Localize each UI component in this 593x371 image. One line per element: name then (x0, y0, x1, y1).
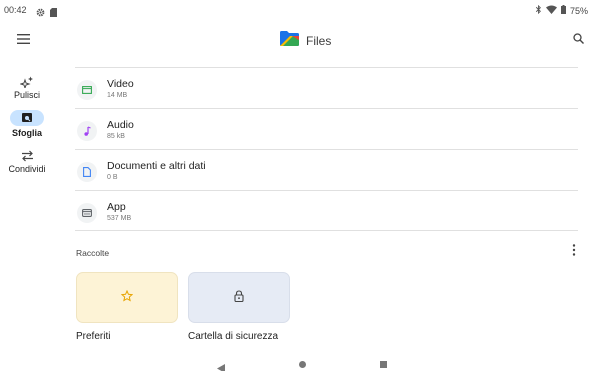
system-nav-bar (0, 356, 593, 371)
nav-label-sfoglia: Sfoglia (11, 128, 42, 138)
category-row-documenti[interactable]: Documenti e altri dati 0 B (75, 149, 578, 190)
status-left-icons (36, 4, 57, 22)
sd-card-icon (50, 4, 57, 22)
browse-folder-icon (22, 109, 32, 127)
recent-apps-icon[interactable] (380, 361, 387, 368)
sparkle-icon (0, 76, 54, 88)
nav-item-condividi[interactable]: Condividi (0, 150, 54, 174)
search-button[interactable] (569, 32, 587, 48)
category-row-video[interactable]: Video 14 MB (75, 67, 578, 108)
nav-item-pulisci[interactable]: Pulisci (0, 76, 54, 100)
wifi-icon (545, 5, 557, 16)
menu-button[interactable] (14, 32, 32, 48)
search-icon (572, 31, 584, 49)
back-icon[interactable] (217, 360, 225, 371)
safe-folder-card[interactable] (188, 272, 290, 323)
home-icon[interactable] (299, 361, 306, 368)
safe-folder-label[interactable]: Cartella di sicurezza (188, 331, 278, 342)
nav-label-condividi: Condividi (8, 164, 46, 174)
video-icon (77, 80, 97, 100)
favorites-card[interactable] (76, 272, 178, 323)
document-icon (77, 162, 97, 182)
nav-item-sfoglia[interactable]: Sfoglia (0, 110, 54, 138)
nav-label-pulisci: Pulisci (13, 90, 40, 100)
category-name: Documenti e altri dati (107, 160, 206, 172)
collections-title: Raccolte (76, 248, 110, 258)
settings-icon (36, 4, 45, 22)
more-vert-icon (572, 243, 576, 261)
battery-percent: 75% (569, 5, 588, 16)
app-bar: Files (0, 22, 593, 58)
status-bar: 00:42 75% (0, 0, 593, 22)
category-row-app[interactable]: App 537 MB (75, 190, 578, 231)
favorites-label[interactable]: Preferiti (76, 331, 110, 342)
nav-active-indicator (10, 110, 44, 126)
category-size: 14 MB (107, 92, 128, 99)
files-logo-icon (280, 31, 299, 51)
star-icon (120, 289, 134, 307)
status-right: 75% (535, 4, 588, 16)
bluetooth-icon (535, 4, 542, 16)
status-time: 00:42 (4, 5, 27, 15)
app-title-text: Files (306, 34, 332, 48)
app-title: Files (280, 31, 331, 51)
category-size: 85 kB (107, 133, 125, 140)
hamburger-menu-icon (16, 31, 30, 49)
category-list: Video 14 MB Audio 85 kB Documenti e altr… (75, 67, 578, 231)
category-size: 0 B (107, 174, 118, 181)
app-icon (77, 203, 97, 223)
category-row-audio[interactable]: Audio 85 kB (75, 108, 578, 149)
category-name: Audio (107, 119, 134, 131)
category-size: 537 MB (107, 215, 132, 222)
category-name: App (107, 201, 126, 213)
music-note-icon (77, 121, 97, 141)
collections-more-button[interactable] (566, 244, 582, 260)
swap-arrows-icon (0, 150, 54, 162)
category-name: Video (107, 78, 134, 90)
battery-icon (560, 5, 566, 16)
lock-icon (234, 289, 244, 307)
